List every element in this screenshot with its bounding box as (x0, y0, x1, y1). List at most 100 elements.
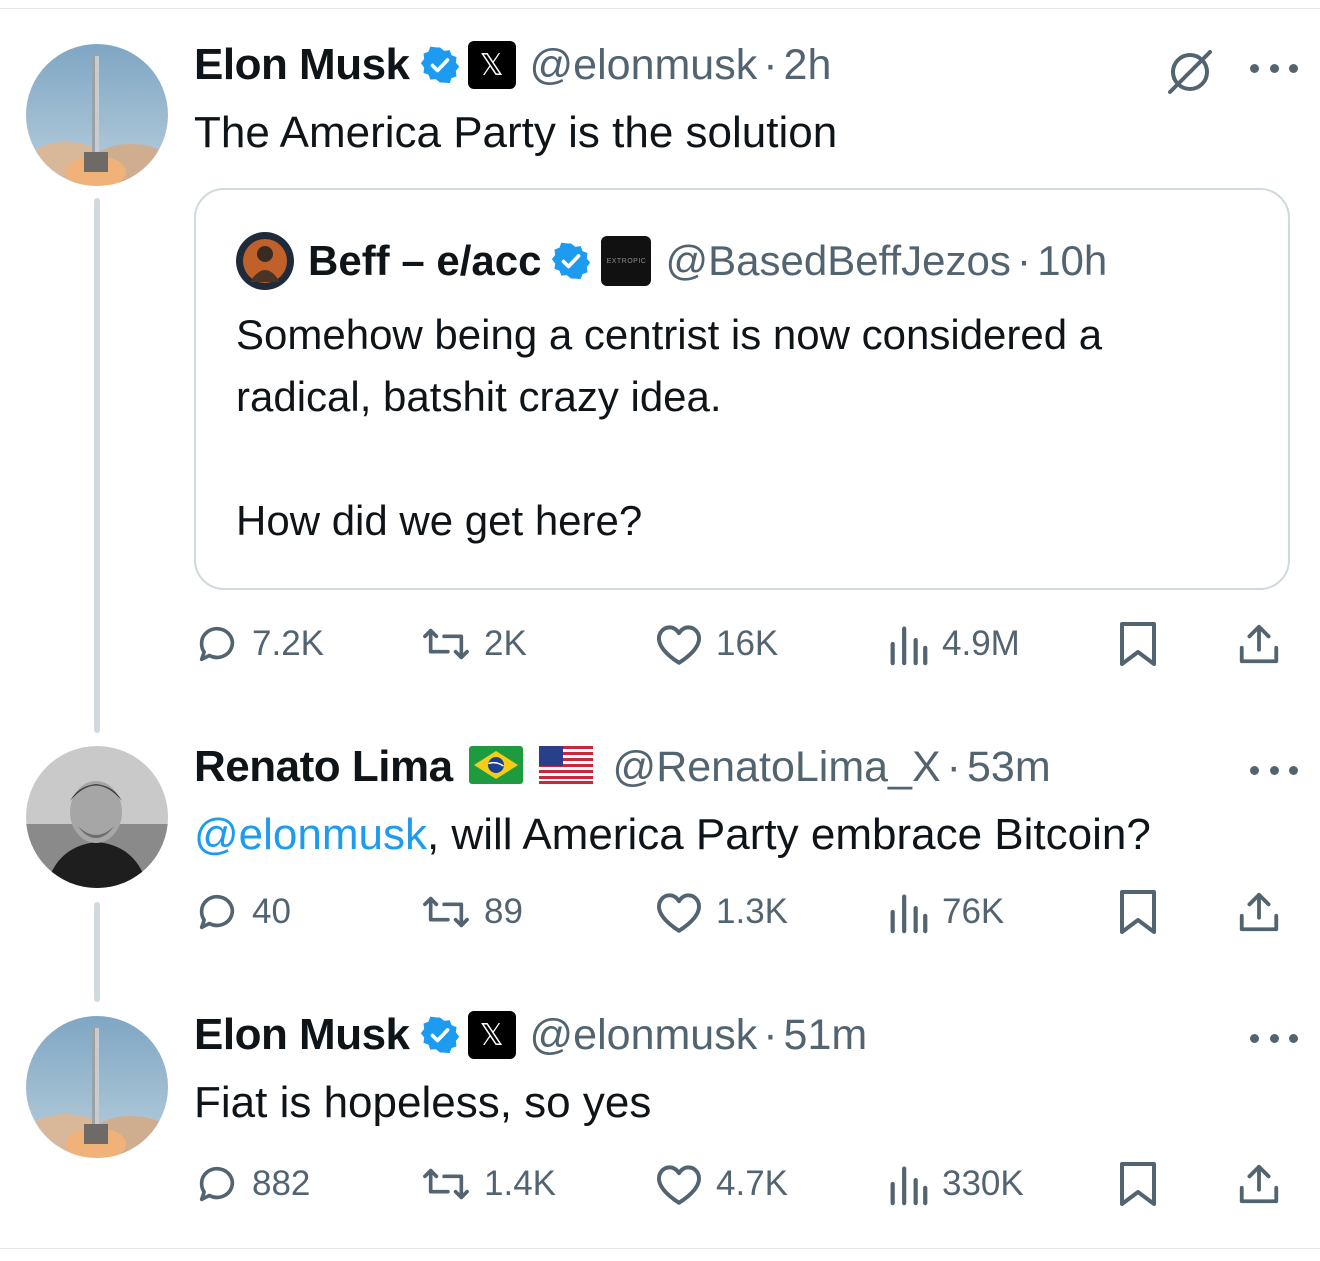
reply-count: 40 (252, 892, 291, 931)
more-dots-icon[interactable] (1250, 62, 1298, 74)
quoted-text: Somehow being a centrist is now consider… (236, 304, 1102, 552)
repost-count: 89 (484, 892, 523, 931)
like-count: 16K (716, 624, 779, 663)
share-icon (1236, 620, 1282, 668)
speech-bubble-icon (194, 621, 240, 667)
top-divider (0, 8, 1320, 9)
quoted-author-name[interactable]: Beff – e/acc (308, 237, 541, 285)
thread-line (94, 902, 100, 1002)
quoted-tweet[interactable]: Beff – e/acc EXTROPIC @BasedBeffJezos · … (194, 188, 1290, 590)
bookmark-icon (1118, 888, 1158, 936)
like-count: 4.7K (716, 1164, 788, 1203)
mention-link[interactable]: @elonmusk (194, 810, 427, 859)
author-handle[interactable]: @elonmusk (530, 41, 758, 90)
like-button[interactable]: 1.3K (654, 882, 788, 942)
bookmark-button[interactable] (1118, 1154, 1158, 1214)
tweet-header: Elon Musk 𝕏 @elonmusk · 51m (194, 1010, 867, 1060)
views-button[interactable]: 76K (886, 882, 1004, 942)
brazil-flag-icon (468, 745, 523, 789)
quoted-line (236, 428, 1102, 490)
share-button[interactable] (1236, 1154, 1282, 1214)
tweet-header: Renato Lima @RenatoLima_X · 53m (194, 742, 1051, 792)
quoted-line: Somehow being a centrist is now consider… (236, 311, 1103, 358)
heart-icon (654, 1161, 704, 1207)
repost-count: 2K (484, 624, 527, 663)
quoted-header: Beff – e/acc EXTROPIC @BasedBeffJezos · … (236, 232, 1107, 290)
tweet-text: Fiat is hopeless, so yes (194, 1078, 652, 1127)
avatar[interactable] (26, 44, 168, 186)
quoted-timestamp[interactable]: 10h (1037, 237, 1107, 285)
reply-button[interactable]: 7.2K (194, 614, 324, 674)
speech-bubble-icon (194, 889, 240, 935)
repost-count: 1.4K (484, 1164, 556, 1203)
repost-button[interactable]: 1.4K (420, 1154, 556, 1214)
share-button[interactable] (1236, 614, 1282, 674)
views-button[interactable]: 4.9M (886, 614, 1020, 674)
author-name[interactable]: Elon Musk (194, 40, 410, 90)
avatar[interactable] (26, 1016, 168, 1158)
bookmark-button[interactable] (1118, 614, 1158, 674)
author-handle[interactable]: @elonmusk (530, 1011, 758, 1060)
reply-button[interactable]: 882 (194, 1154, 310, 1214)
action-bar: 7.2K 2K 16K 4.9M (194, 614, 1294, 674)
share-icon (1236, 1160, 1282, 1208)
author-name[interactable]: Renato Lima (194, 742, 453, 792)
repost-button[interactable]: 89 (420, 882, 523, 942)
separator: · (763, 1010, 778, 1059)
reply-button[interactable]: 40 (194, 882, 291, 942)
separator: · (763, 40, 778, 89)
verified-badge-icon (420, 1015, 460, 1055)
bar-chart-icon (886, 1161, 930, 1207)
bookmark-button[interactable] (1118, 882, 1158, 942)
views-button[interactable]: 330K (886, 1154, 1024, 1214)
separator: · (1016, 236, 1032, 285)
quoted-avatar (236, 232, 294, 290)
heart-icon (654, 889, 704, 935)
like-button[interactable]: 4.7K (654, 1154, 788, 1214)
tweet-header: Elon Musk 𝕏 @elonmusk · 2h (194, 40, 831, 90)
like-button[interactable]: 16K (654, 614, 778, 674)
repost-button[interactable]: 2K (420, 614, 527, 674)
views-count: 76K (942, 892, 1005, 931)
verified-badge-icon (420, 45, 460, 85)
timestamp[interactable]: 2h (784, 41, 832, 90)
bookmark-icon (1118, 620, 1158, 668)
tweet-text: @elonmusk, will America Party embrace Bi… (194, 804, 1151, 866)
views-count: 4.9M (942, 624, 1020, 663)
avatar[interactable] (26, 746, 168, 888)
affiliate-badge-icon[interactable]: EXTROPIC (601, 236, 652, 286)
x-affiliate-icon[interactable]: 𝕏 (467, 1011, 516, 1059)
author-handle[interactable]: @RenatoLima_X (613, 743, 941, 792)
repost-arrows-icon (420, 621, 472, 667)
reply-count: 7.2K (252, 624, 324, 663)
grok-slash-icon[interactable] (1164, 46, 1216, 103)
timestamp[interactable]: 51m (784, 1011, 868, 1060)
bar-chart-icon (886, 621, 930, 667)
author-name[interactable]: Elon Musk (194, 1010, 410, 1060)
timestamp[interactable]: 53m (967, 743, 1051, 792)
tweet-text: The America Party is the solution (194, 108, 838, 157)
x-affiliate-icon[interactable]: 𝕏 (467, 41, 516, 89)
repost-arrows-icon (420, 1161, 472, 1207)
like-count: 1.3K (716, 892, 788, 931)
quoted-line: How did we get here? (236, 497, 643, 544)
heart-icon (654, 621, 704, 667)
share-icon (1236, 888, 1282, 936)
verified-badge-icon (551, 241, 591, 281)
thread-line (94, 198, 100, 733)
bookmark-icon (1118, 1160, 1158, 1208)
quoted-line: radical, batshit crazy idea. (236, 373, 722, 420)
us-flag-icon (538, 745, 593, 789)
more-dots-icon[interactable] (1250, 1032, 1298, 1044)
tweet-text-rest: , will America Party embrace Bitcoin? (426, 810, 1151, 859)
separator: · (946, 742, 961, 791)
action-bar: 882 1.4K 4.7K 330K (194, 1154, 1294, 1214)
action-bar: 40 89 1.3K 76K (194, 882, 1294, 942)
repost-arrows-icon (420, 889, 472, 935)
share-button[interactable] (1236, 882, 1282, 942)
more-dots-icon[interactable] (1250, 764, 1298, 776)
bottom-divider (0, 1248, 1320, 1249)
reply-count: 882 (252, 1164, 311, 1203)
quoted-author-handle[interactable]: @BasedBeffJezos (665, 237, 1010, 285)
bar-chart-icon (886, 889, 930, 935)
